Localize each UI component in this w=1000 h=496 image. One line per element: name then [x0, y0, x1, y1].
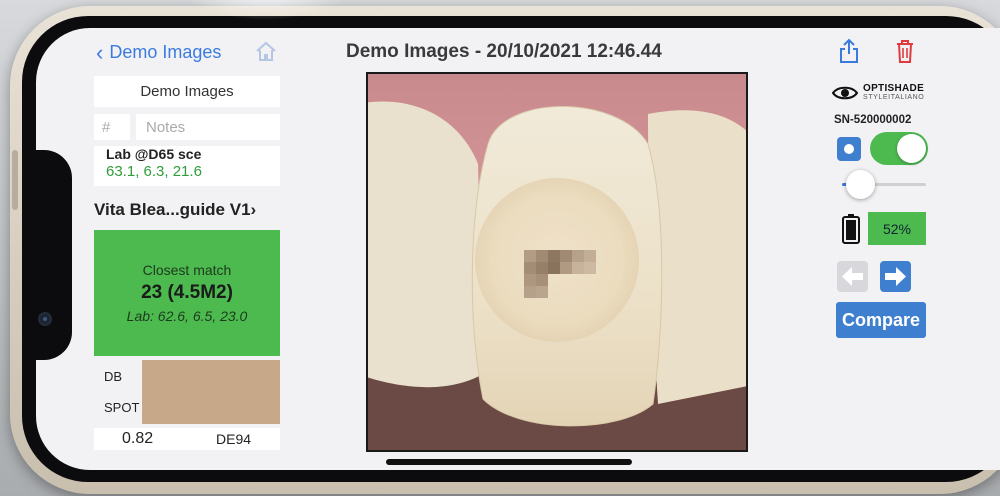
chevron-left-icon: ‹ [96, 39, 104, 65]
notes-input[interactable]: Notes [136, 114, 280, 140]
serial-number: SN-520000002 [834, 114, 912, 126]
front-camera [38, 312, 52, 326]
back-button-label: Demo Images [109, 42, 222, 62]
database-name-field[interactable]: Demo Images [94, 76, 280, 107]
capture-button[interactable] [837, 137, 861, 161]
shade-guide-label: Vita Blea...guide V1 [94, 200, 251, 219]
closest-match-label: Closest match [142, 262, 232, 278]
intensity-slider[interactable] [842, 170, 926, 199]
logo-subtext: STYLEITALIANO [863, 94, 925, 101]
tooth-image[interactable] [366, 72, 748, 452]
compare-button[interactable]: Compare [836, 302, 926, 338]
shade-guide-selector[interactable]: Vita Blea...guide V1› [94, 200, 256, 220]
page-title: Demo Images - 20/10/2021 12:46.44 [346, 41, 662, 62]
closest-match-lab: Lab: 62.6, 6.5, 23.0 [126, 308, 248, 324]
delta-e-value: 0.82 [122, 430, 154, 447]
share-icon[interactable] [838, 38, 860, 64]
number-input[interactable]: # [94, 114, 130, 140]
logo-text: OPTISHADE [863, 83, 925, 94]
swatch-labels: DB SPOT [94, 360, 140, 424]
arrow-left-icon [842, 267, 863, 286]
next-button[interactable] [880, 261, 911, 292]
trash-icon[interactable] [894, 38, 916, 64]
delta-e-label: DE94 [216, 431, 252, 447]
home-indicator[interactable] [386, 459, 632, 465]
slider-knob[interactable] [846, 170, 876, 199]
delta-e-row: 0.82 DE94 [94, 428, 280, 450]
phone-side-button [12, 150, 18, 210]
eye-icon [832, 86, 858, 100]
battery-percent: 52% [868, 212, 926, 245]
chevron-right-icon: › [250, 200, 257, 219]
closest-match-panel: Closest match 23 (4.5M2) Lab: 62.6, 6.5,… [94, 230, 280, 356]
lab-readout: Lab @D65 sce 63.1, 6.3, 21.6 [94, 146, 280, 186]
arrow-right-icon [885, 267, 906, 286]
closest-match-value: 23 (4.5M2) [141, 282, 233, 303]
battery-icon [842, 214, 860, 244]
previous-button[interactable] [837, 261, 868, 292]
color-swatch [142, 360, 280, 424]
lab-values: 63.1, 6.3, 21.6 [106, 163, 202, 180]
toggle-knob [897, 134, 926, 163]
swatch-label-db: DB [104, 369, 123, 384]
lab-label: Lab @D65 sce [106, 146, 202, 162]
app-screen: ‹ Demo Images Demo Images - 20/10/2021 1… [36, 28, 1000, 470]
home-icon[interactable] [254, 40, 278, 62]
device-toggle[interactable] [870, 132, 928, 165]
back-button[interactable]: ‹ Demo Images [96, 39, 222, 65]
record-icon [844, 144, 854, 154]
optishade-logo: OPTISHADE STYLEITALIANO [832, 82, 928, 104]
swatch-label-spot: SPOT [104, 400, 140, 415]
phone-notch [22, 150, 72, 360]
tooth-photo [368, 74, 746, 450]
